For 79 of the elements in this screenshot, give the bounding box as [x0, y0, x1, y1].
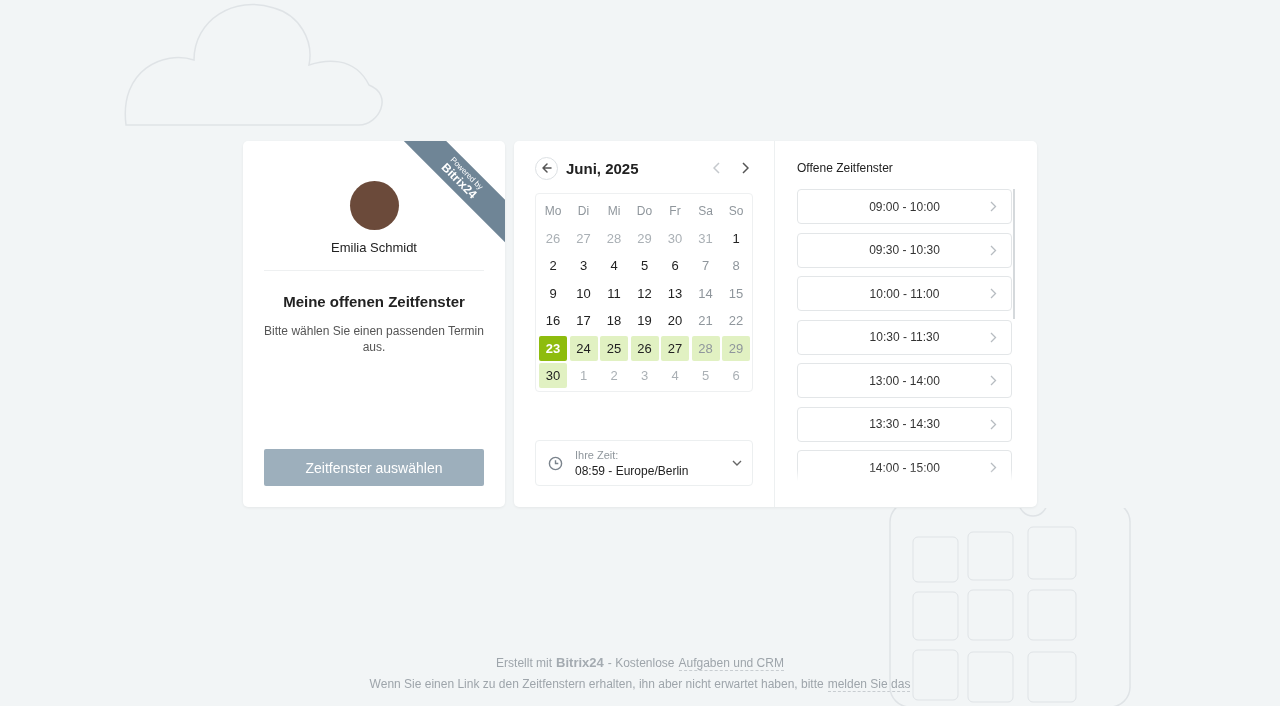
weekday-label: Mo [543, 203, 563, 220]
calendar-day: 31 [691, 225, 720, 251]
clock-icon [548, 455, 563, 471]
time-slot-button[interactable]: 10:00 - 11:00 [797, 276, 1012, 311]
calendar-day: 1 [569, 363, 598, 388]
calendar-day: 1 [722, 225, 750, 251]
month-title: Juni, 2025 [566, 159, 640, 177]
calendar-day: 13 [661, 280, 689, 306]
footer-text: - Kostenlose [607, 656, 675, 670]
calendar-day: 6 [722, 363, 750, 388]
calendar-day: 28 [600, 225, 628, 251]
calendar-day: 5 [691, 363, 720, 388]
calendar-day[interactable]: 25 [600, 335, 628, 361]
calendar-day: 3 [569, 253, 598, 278]
chevron-right-icon [990, 201, 997, 212]
back-button[interactable] [535, 156, 558, 180]
calendar-day: 30 [661, 225, 689, 251]
calendar-day[interactable]: 30 [539, 363, 567, 388]
weekday-label: Mi [606, 203, 622, 220]
calendar-day: 11 [600, 280, 628, 306]
timezone-dropdown[interactable]: Ihre Zeit: 08:59 - Europe/Berlin [535, 440, 753, 486]
calendar-day: 19 [630, 308, 659, 333]
calendar-day: 4 [661, 363, 689, 388]
calendar-day: 2 [600, 363, 628, 388]
chevron-right-icon [990, 418, 997, 430]
calendar-day: 10 [569, 280, 598, 306]
calendar-day: 6 [661, 253, 689, 278]
weekday-label: So [727, 203, 745, 220]
calendar-day: 8 [722, 253, 750, 278]
person-name: Emilia Schmidt [331, 240, 417, 255]
calendar-day: 2 [539, 253, 567, 278]
calendar-day: 12 [630, 280, 659, 306]
calendar-day: 16 [539, 308, 567, 333]
calendar-day[interactable]: 26 [630, 335, 659, 361]
calendar-day: 22 [722, 308, 750, 333]
chevron-right-icon [990, 462, 997, 473]
calendar-day: 21 [691, 308, 720, 333]
weekday-label: Fr [668, 203, 682, 220]
time-slot-button[interactable]: 13:00 - 14:00 [797, 363, 1012, 398]
intro-text: Bitte wählen Sie einen passenden Termin aus. [264, 324, 484, 356]
calendar-day: 18 [600, 308, 628, 333]
timezone-label: Ihre Zeit: [575, 448, 620, 461]
calendar-day: 26 [539, 225, 567, 251]
chevron-right-icon [990, 331, 997, 343]
chevron-right-icon [990, 375, 997, 386]
avatar [349, 181, 399, 230]
weekday-label: Do [635, 203, 654, 220]
arrow-left-icon [540, 162, 553, 174]
time-slot-button[interactable]: 09:30 - 10:30 [797, 232, 1012, 268]
time-slot-button[interactable]: 13:30 - 14:30 [797, 406, 1012, 442]
calendar-day: 27 [569, 225, 598, 251]
scrollbar[interactable] [1013, 189, 1015, 319]
brand-logo: Bitrix24 [556, 655, 604, 670]
calendar-day: 9 [539, 280, 567, 306]
calendar-day[interactable]: 27 [661, 335, 689, 361]
weekday-label: Sa [697, 203, 714, 220]
chevron-down-icon [732, 460, 742, 466]
calendar-day: 15 [722, 280, 750, 306]
chevron-right-icon [990, 244, 997, 256]
intro-title: Meine offenen Zeitfenster [283, 293, 465, 310]
chevron-right-icon [990, 288, 997, 299]
calendar-day: 17 [569, 308, 598, 333]
calendar-day[interactable]: 24 [569, 335, 598, 361]
timezone-value: 08:59 - Europe/Berlin [575, 463, 690, 478]
calendar-day: 29 [630, 225, 659, 251]
calendar-day: 20 [661, 308, 689, 333]
time-slot-button[interactable]: 09:00 - 10:00 [797, 189, 1012, 224]
footer-notice: Wenn Sie einen Link zu den Zeitfenstern erhalten, ihn aber nicht erwartet haben, bitte [369, 677, 824, 691]
calendar-day: 5 [630, 253, 659, 278]
weekday-label: Di [576, 203, 591, 220]
calendar-day: 4 [600, 253, 628, 278]
calendar-day: 3 [630, 363, 659, 388]
time-slot-button[interactable]: 10:30 - 11:30 [797, 319, 1012, 355]
time-slot-button[interactable]: 14:00 - 15:00 [797, 450, 1012, 481]
slots-title: Offene Zeitfenster [797, 161, 894, 175]
next-month-icon[interactable] [741, 162, 749, 174]
footer-text: Erstellt mit [496, 656, 553, 670]
calendar-day: 14 [691, 280, 720, 306]
calendar-day: 7 [691, 253, 720, 278]
